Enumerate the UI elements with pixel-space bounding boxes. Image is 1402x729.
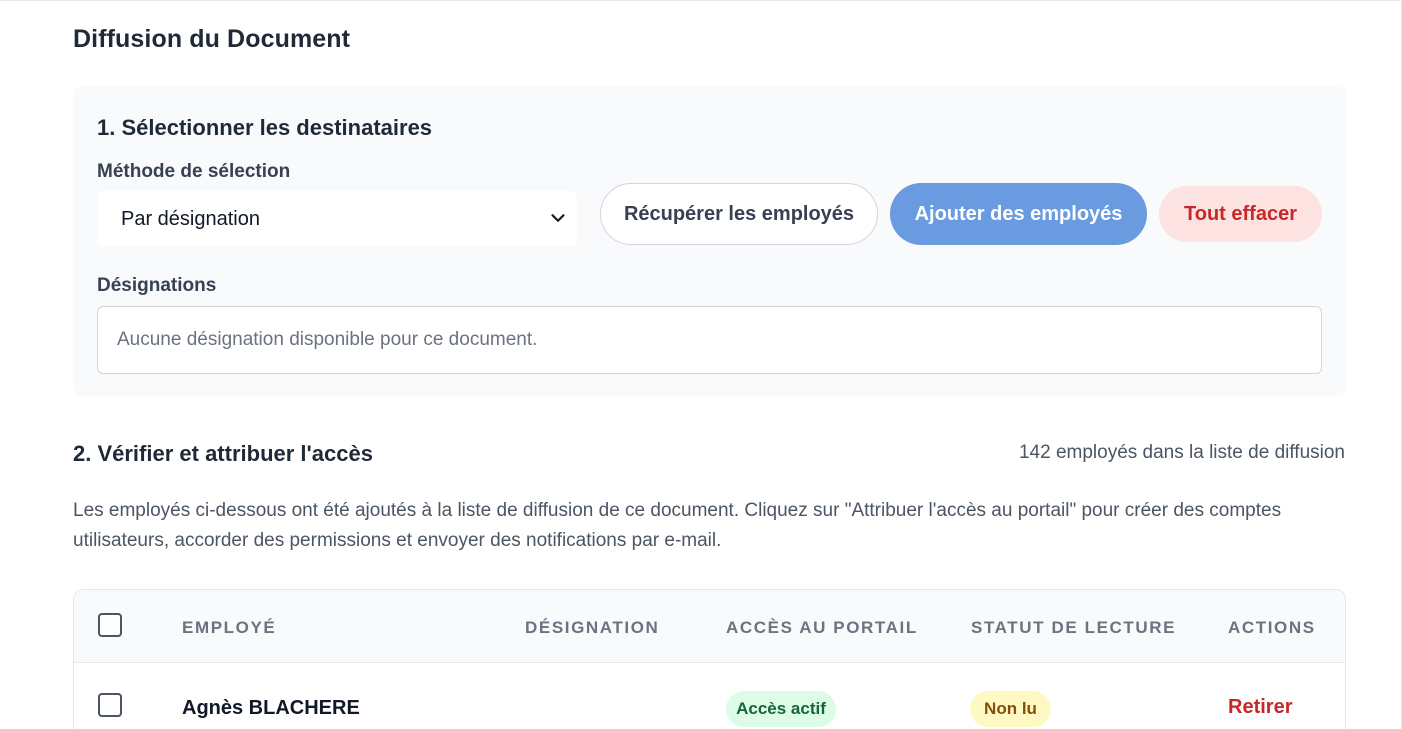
header-employee[interactable]: Employé <box>182 618 276 638</box>
designations-empty-message: Aucune désignation disponible pour ce do… <box>117 329 538 350</box>
selection-method-value: Par désignation <box>121 207 260 230</box>
header-read-status[interactable]: Statut de lecture <box>971 618 1176 638</box>
step2-description: Les employés ci-dessous ont été ajoutés … <box>73 500 1282 551</box>
step2-title: 2. Vérifier et attribuer l'accès <box>73 441 373 466</box>
row-checkbox[interactable] <box>98 693 122 717</box>
add-employees-button[interactable]: Ajouter des employés <box>890 183 1147 245</box>
select-recipients-panel: 1. Sélectionner les destinataires Méthod… <box>73 86 1346 396</box>
step1-title: 1. Sélectionner les destinataires <box>97 115 433 140</box>
employees-table: Employé Désignation Accès au portail Sta… <box>73 589 1346 729</box>
designations-field[interactable]: Aucune désignation disponible pour ce do… <box>97 306 1322 374</box>
read-status-badge: Non lu <box>970 691 1051 727</box>
document-distribution-page: Diffusion du Document 1. Sélectionner le… <box>0 0 1402 729</box>
designations-label: Désignations <box>97 275 217 296</box>
header-portal-access[interactable]: Accès au portail <box>726 618 918 638</box>
header-actions: Actions <box>1228 618 1316 637</box>
header-designation[interactable]: Désignation <box>525 618 659 638</box>
page-title: Diffusion du Document <box>73 25 351 53</box>
remove-employee-button[interactable]: Retirer <box>1228 696 1292 719</box>
fetch-employees-button[interactable]: Récupérer les employés <box>600 183 878 245</box>
portal-access-badge: Accès actif <box>726 691 836 727</box>
select-all-checkbox[interactable] <box>98 613 122 637</box>
employee-name: Agnès BLACHERE <box>182 697 360 719</box>
clear-all-button[interactable]: Tout effacer <box>1159 186 1322 242</box>
chevron-down-icon <box>551 214 565 222</box>
selection-method-select[interactable]: Par désignation <box>97 191 577 247</box>
table-row: Agnès BLACHERE Accès actif Non lu Retire… <box>74 664 1345 729</box>
table-header: Employé Désignation Accès au portail Sta… <box>74 590 1345 663</box>
selection-method-label: Méthode de sélection <box>97 161 291 182</box>
distribution-count: 142 employés dans la liste de diffusion <box>1018 442 1345 463</box>
